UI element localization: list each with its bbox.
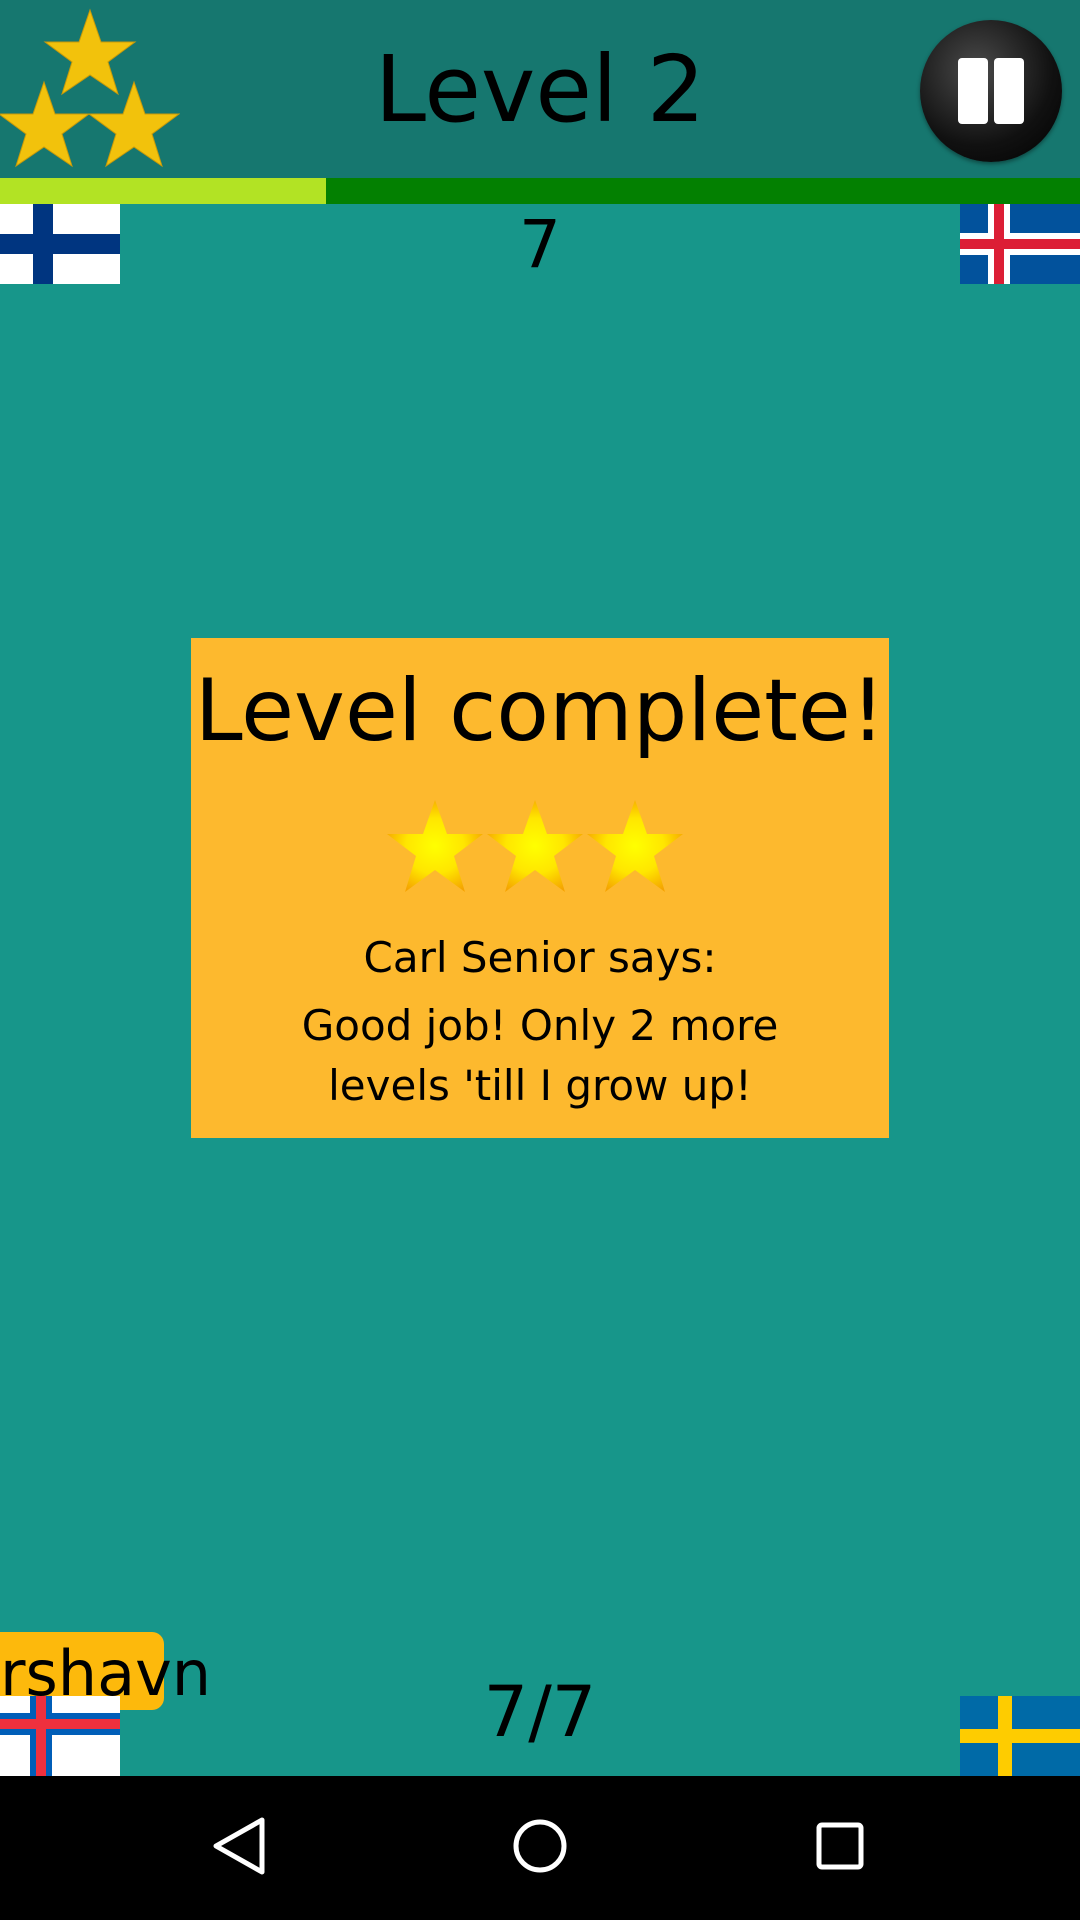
faroe-islands-flag[interactable] <box>0 1696 120 1776</box>
speaker-label: Carl Senior says: <box>363 933 717 982</box>
system-navigation-bar <box>0 1776 1080 1920</box>
score-counter: 7/7 <box>483 1671 597 1753</box>
dialog-message-line: Good job! Only 2 more <box>301 1001 779 1050</box>
sweden-flag[interactable] <box>960 1696 1080 1776</box>
level-complete-dialog[interactable]: Level complete! Carl Senior says: Good j… <box>191 638 889 1138</box>
dialog-message: Good job! Only 2 more levels 'till I gro… <box>251 996 829 1116</box>
back-triangle-icon[interactable] <box>200 1806 280 1886</box>
rating-stars <box>387 800 683 892</box>
level-progress-bar <box>0 178 1080 204</box>
pause-icon <box>958 58 988 124</box>
remaining-counter: 7 <box>519 206 561 283</box>
finland-flag[interactable] <box>0 204 120 284</box>
dialog-title: Level complete! <box>194 661 886 761</box>
header-bar: Level 2 <box>0 0 1080 178</box>
home-circle-icon[interactable] <box>500 1806 580 1886</box>
level-title: Level 2 <box>374 36 706 143</box>
dialog-message-line: levels 'till I grow up! <box>328 1061 752 1110</box>
pause-button[interactable] <box>920 20 1062 162</box>
star-icon <box>587 800 683 892</box>
level-progress-fill <box>0 178 327 204</box>
pause-icon-bar <box>994 58 1024 124</box>
recents-square-icon[interactable] <box>800 1806 880 1886</box>
iceland-flag[interactable] <box>960 204 1080 284</box>
game-screen: Level 2 7 Level complete! Carl Senior sa… <box>0 0 1080 1920</box>
star-icon <box>387 800 483 892</box>
star-icon <box>487 800 583 892</box>
